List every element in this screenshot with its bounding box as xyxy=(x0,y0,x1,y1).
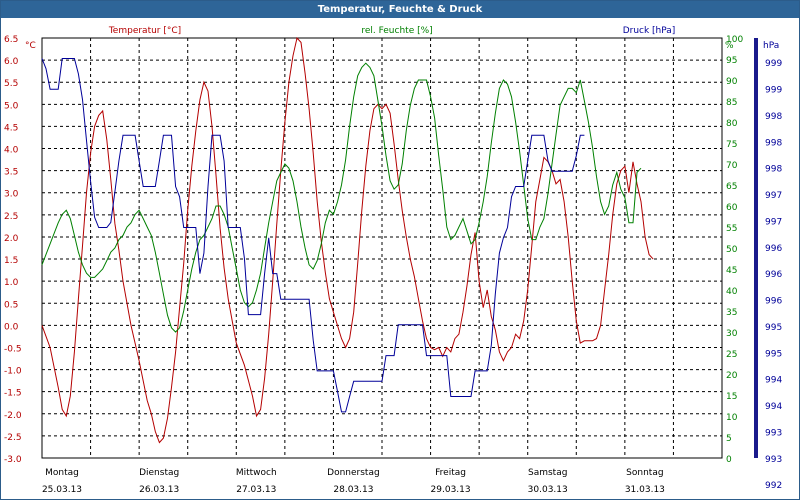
pressure-tick-label: 994 xyxy=(765,402,782,412)
temperature-tick-label: 6.0 xyxy=(4,57,19,67)
temperature-tick-label: 3.5 xyxy=(4,168,18,178)
temperature-tick-label: 5.0 xyxy=(4,101,19,111)
day-date-label: 30.03.13 xyxy=(528,485,568,495)
temperature-tick-label: 2.0 xyxy=(4,234,19,244)
pressure-tick-labels: 999 999 998 998 998 997 997 996 996 996 995 995 994 9… xyxy=(765,59,782,491)
temperature-tick-label: 5.5 xyxy=(4,79,18,89)
temperature-tick-label: -2.5 xyxy=(4,433,22,443)
humidity-axis-label: rel. Feuchte [%] xyxy=(361,26,432,36)
humidity-tick-label: 60 xyxy=(726,203,738,213)
day-date-label: 31.03.13 xyxy=(625,485,665,495)
pressure-tick-label: 993 xyxy=(765,428,782,438)
humidity-series-line xyxy=(41,62,642,333)
humidity-unit-label: % xyxy=(725,41,734,51)
pressure-unit-label: hPa xyxy=(763,41,779,51)
pressure-tick-label: 995 xyxy=(765,349,782,359)
pressure-axis-label: Druck [hPa] xyxy=(623,26,676,36)
day-date-label: 26.03.13 xyxy=(139,485,179,495)
temperature-tick-label: -2.0 xyxy=(4,411,22,421)
pressure-tick-label: 998 xyxy=(765,138,782,148)
pressure-tick-label: 996 xyxy=(765,244,782,254)
humidity-tick-label: 80 xyxy=(726,119,738,129)
pressure-tick-label: 992 xyxy=(765,481,782,491)
humidity-tick-label: 10 xyxy=(726,413,738,423)
pressure-tick-label: 999 xyxy=(765,86,782,96)
humidity-tick-label: 90 xyxy=(726,77,738,87)
temperature-tick-label: 0.5 xyxy=(4,300,18,310)
humidity-tick-label: 55 xyxy=(726,224,737,234)
humidity-tick-label: 65 xyxy=(726,182,737,192)
temperature-tick-label: 1.0 xyxy=(4,278,19,288)
humidity-tick-label: 85 xyxy=(726,98,737,108)
pressure-tick-label: 997 xyxy=(765,217,782,227)
pressure-tick-label: 995 xyxy=(765,323,782,333)
day-name-label: Donnerstag xyxy=(327,468,380,478)
pressure-tick-label: 993 xyxy=(765,455,782,465)
temperature-tick-labels: 6.5 6.0 5.5 5.0 4.5 4.0 3.5 3.0 2.5 2.0 1.5 1.0 0.5 0… xyxy=(4,35,22,465)
chart-svg: 6.5 6.0 5.5 5.0 4.5 4.0 3.5 3.0 2.5 2.0 1.5 1.0 0.5 0… xyxy=(4,26,782,495)
humidity-tick-label: 95 xyxy=(726,56,737,66)
pressure-axis-bar xyxy=(754,38,758,458)
temperature-tick-label: 6.5 xyxy=(4,35,18,45)
grid-lines xyxy=(42,37,722,459)
pressure-tick-label: 996 xyxy=(765,297,782,307)
pressure-tick-label: 997 xyxy=(765,191,782,201)
day-labels: Montag 25.03.13 Dienstag 26.03.13 Mittwoch 27… xyxy=(42,468,665,495)
day-date-label: 27.03.13 xyxy=(236,485,276,495)
humidity-tick-label: 20 xyxy=(726,371,738,381)
humidity-tick-label: 75 xyxy=(726,140,737,150)
temperature-axis-label: Temperatur [°C] xyxy=(108,26,181,36)
humidity-tick-label: 45 xyxy=(726,266,737,276)
temperature-tick-label: 0.0 xyxy=(4,322,19,332)
pressure-tick-label: 994 xyxy=(765,376,782,386)
day-name-label: Samstag xyxy=(528,468,567,478)
day-name-label: Montag xyxy=(45,468,79,478)
day-name-label: Freitag xyxy=(435,468,466,478)
humidity-tick-label: 25 xyxy=(726,350,737,360)
series-lines xyxy=(41,36,654,444)
pressure-tick-label: 999 xyxy=(765,59,782,69)
humidity-tick-label: 50 xyxy=(726,245,738,255)
temperature-unit-label: °C xyxy=(25,41,36,51)
day-date-label: 29.03.13 xyxy=(431,485,471,495)
temperature-tick-label: -1.0 xyxy=(4,367,22,377)
humidity-tick-labels: 1009590858075706560555045403530252015105… xyxy=(726,35,743,465)
pressure-tick-label: 998 xyxy=(765,165,782,175)
temperature-tick-label: 2.5 xyxy=(4,212,18,222)
day-name-label: Dienstag xyxy=(139,468,179,478)
pressure-tick-label: 998 xyxy=(765,112,782,122)
temperature-tick-label: 3.0 xyxy=(4,190,19,200)
temperature-tick-label: 4.5 xyxy=(4,123,18,133)
humidity-tick-label: 30 xyxy=(726,329,738,339)
temperature-tick-label: 1.5 xyxy=(4,256,18,266)
temperature-tick-label: -1.5 xyxy=(4,389,22,399)
temperature-tick-label: 4.0 xyxy=(4,146,19,156)
humidity-tick-label: 35 xyxy=(726,308,737,318)
humidity-tick-label: 5 xyxy=(726,434,732,444)
humidity-tick-label: 70 xyxy=(726,161,738,171)
pressure-tick-label: 996 xyxy=(765,270,782,280)
day-date-label: 25.03.13 xyxy=(42,485,82,495)
humidity-tick-label: 40 xyxy=(726,287,738,297)
temperature-tick-label: -0.5 xyxy=(4,344,22,354)
humidity-tick-label: 0 xyxy=(726,455,732,465)
temperature-series-line xyxy=(41,36,654,444)
day-name-label: Mittwoch xyxy=(236,468,277,478)
day-date-label: 28.03.13 xyxy=(333,485,373,495)
day-name-label: Sonntag xyxy=(626,468,663,478)
temperature-tick-label: -3.0 xyxy=(4,455,22,465)
humidity-tick-label: 15 xyxy=(726,392,737,402)
